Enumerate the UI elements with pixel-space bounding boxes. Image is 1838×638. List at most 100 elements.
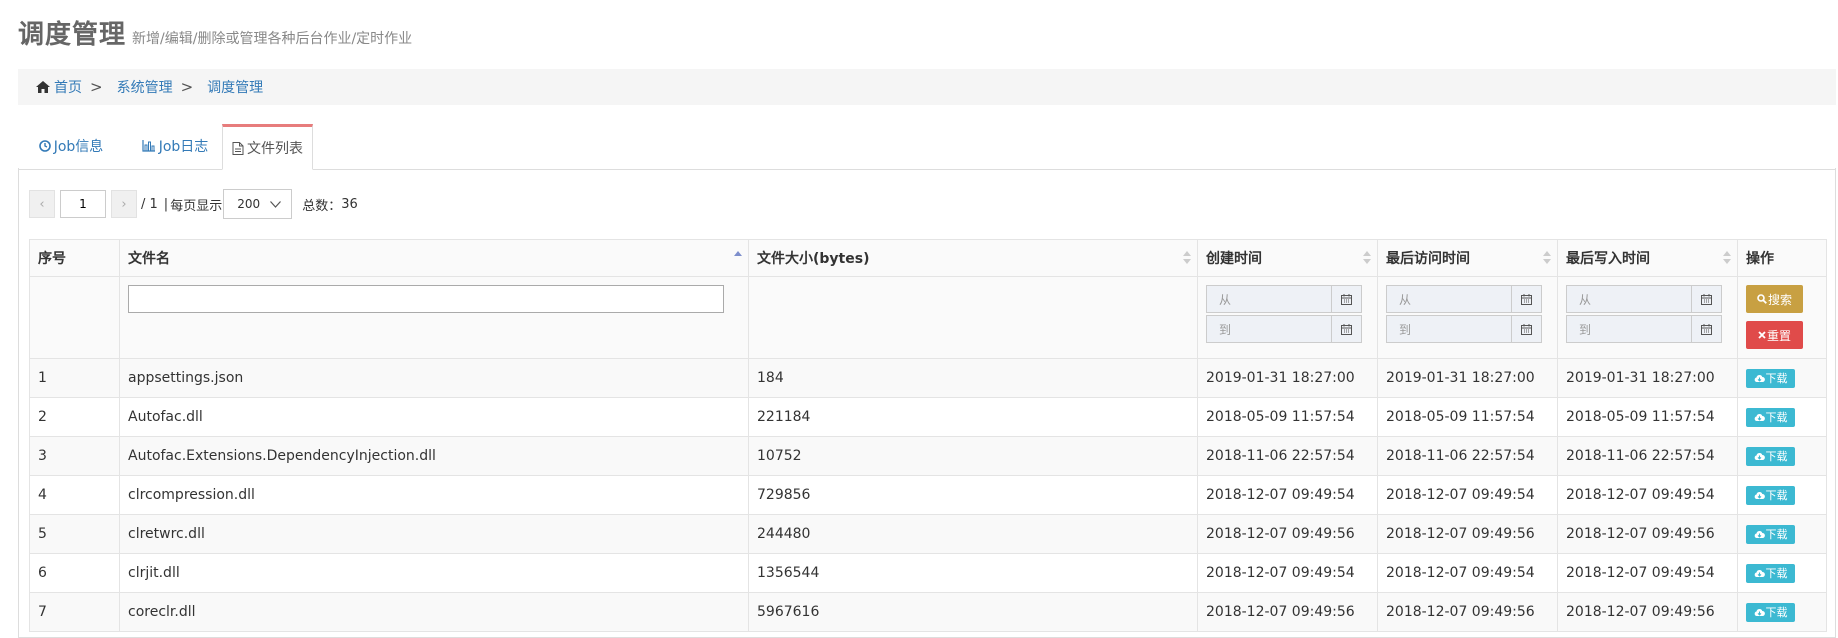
file-size-cell: 184 <box>748 358 1198 398</box>
file-name-cell: clretwrc.dll <box>119 514 749 554</box>
file-size-cell: 10752 <box>748 436 1198 476</box>
download-button[interactable]: 下载 <box>1746 446 1795 466</box>
column-header-accessed[interactable]: 最后访问时间 <box>1377 239 1558 277</box>
file-size-cell: 5967616 <box>748 592 1198 632</box>
page-subtitle: 新增/编辑/删除或管理各种后台作业/定时作业 <box>132 31 413 47</box>
breadcrumb-label: 首页 <box>54 80 82 96</box>
breadcrumb-system[interactable]: 系统管理 <box>117 77 173 97</box>
search-button[interactable]: 搜索 <box>1746 285 1803 313</box>
tab-job-info[interactable]: Job信息 <box>31 124 111 168</box>
created-time-cell: 2018-12-07 09:49:54 <box>1197 553 1378 593</box>
sort-asc-icon <box>734 251 742 265</box>
per-page-select[interactable]: 200 <box>223 189 293 219</box>
per-page-label: 每页显示 <box>170 198 223 214</box>
row-number-cell: 5 <box>29 514 120 554</box>
row-number-cell: 4 <box>29 475 120 515</box>
written-from-input[interactable]: 从 <box>1566 285 1691 313</box>
created-from-input[interactable]: 从 <box>1206 285 1331 313</box>
pager-divider: | <box>163 196 169 212</box>
close-icon <box>1758 331 1766 339</box>
written-time-cell: 2018-12-07 09:49:54 <box>1557 553 1738 593</box>
row-number-cell: 7 <box>29 592 120 632</box>
calendar-icon[interactable] <box>1691 285 1722 313</box>
bar-chart-icon <box>142 140 155 152</box>
column-header-no: 序号 <box>29 239 120 277</box>
download-button[interactable]: 下载 <box>1746 485 1795 505</box>
actions-cell: 下载 <box>1737 514 1827 554</box>
file-icon <box>232 141 244 155</box>
page-header: 调度管理 新增/编辑/删除或管理各种后台作业/定时作业 <box>18 14 412 51</box>
breadcrumb-current[interactable]: 调度管理 <box>207 77 263 97</box>
calendar-icon[interactable] <box>1511 315 1542 343</box>
total-label: 总数： <box>302 198 342 214</box>
filter-cell <box>119 276 749 359</box>
filter-cell: 从 到 <box>1557 276 1738 359</box>
download-button[interactable]: 下载 <box>1746 602 1795 622</box>
filter-cell: 从 到 <box>1377 276 1558 359</box>
total-pages-text: / 1 <box>141 196 158 212</box>
created-time-cell: 2018-12-07 09:49:56 <box>1197 592 1378 632</box>
table-row: 1 appsettings.json 184 2019-01-31 18:27:00 2… <box>29 358 1827 398</box>
file-name-cell: Autofac.dll <box>119 397 749 437</box>
actions-cell: 下载 <box>1737 436 1827 476</box>
file-size-cell: 1356544 <box>748 553 1198 593</box>
table-row: 7 coreclr.dll 5967616 2018-12-07 09:49:56 20… <box>29 592 1827 632</box>
actions-cell: 下载 <box>1737 553 1827 593</box>
actions-cell: 下载 <box>1737 475 1827 515</box>
breadcrumb: 首页 > 系统管理 > 调度管理 <box>18 69 1836 105</box>
tab-bar: Job信息 Job日志 文件列表 <box>18 124 1836 170</box>
actions-cell: 下载 <box>1737 592 1827 632</box>
written-to-input[interactable]: 到 <box>1566 315 1691 343</box>
accessed-to-input[interactable]: 到 <box>1386 315 1511 343</box>
download-button[interactable]: 下载 <box>1746 563 1795 583</box>
column-header-created[interactable]: 创建时间 <box>1197 239 1378 277</box>
tab-file-list[interactable]: 文件列表 <box>222 124 313 170</box>
filter-cell <box>29 276 120 359</box>
filename-filter-input[interactable] <box>128 285 724 313</box>
accessed-time-cell: 2018-12-07 09:49:54 <box>1377 553 1558 593</box>
file-name-cell: coreclr.dll <box>119 592 749 632</box>
next-page-button[interactable]: › <box>111 190 137 218</box>
column-header-written[interactable]: 最后写入时间 <box>1557 239 1738 277</box>
calendar-icon[interactable] <box>1331 315 1362 343</box>
file-size-cell: 221184 <box>748 397 1198 437</box>
column-header-actions: 操作 <box>1737 239 1827 277</box>
cloud-download-icon <box>1754 530 1765 538</box>
file-size-cell: 244480 <box>748 514 1198 554</box>
download-button[interactable]: 下载 <box>1746 407 1795 427</box>
reset-button[interactable]: 重置 <box>1746 321 1803 349</box>
cloud-download-icon <box>1754 569 1765 577</box>
created-time-cell: 2019-01-31 18:27:00 <box>1197 358 1378 398</box>
per-page-value: 200 <box>237 197 261 211</box>
breadcrumb-label: 调度管理 <box>207 80 264 96</box>
breadcrumb-separator: > <box>90 78 103 96</box>
breadcrumb-label: 系统管理 <box>116 80 173 96</box>
cloud-download-icon <box>1754 491 1765 499</box>
table-row: 2 Autofac.dll 221184 2018-05-09 11:57:54 201… <box>29 397 1827 437</box>
tab-label: Job日志 <box>158 139 209 155</box>
accessed-from-input[interactable]: 从 <box>1386 285 1511 313</box>
tab-label: 文件列表 <box>247 141 303 157</box>
breadcrumb-home[interactable]: 首页 <box>36 77 82 97</box>
page-number-input[interactable] <box>60 190 106 218</box>
created-time-cell: 2018-11-06 22:57:54 <box>1197 436 1378 476</box>
download-button[interactable]: 下载 <box>1746 524 1795 544</box>
clock-icon <box>38 140 51 152</box>
column-header-filename[interactable]: 文件名 <box>119 239 749 277</box>
total-count: 36 <box>341 196 358 212</box>
calendar-icon[interactable] <box>1691 315 1722 343</box>
column-header-filesize[interactable]: 文件大小(bytes) <box>748 239 1198 277</box>
written-time-cell: 2019-01-31 18:27:00 <box>1557 358 1738 398</box>
download-button[interactable]: 下载 <box>1746 368 1795 388</box>
written-time-cell: 2018-05-09 11:57:54 <box>1557 397 1738 437</box>
calendar-icon[interactable] <box>1511 285 1542 313</box>
table-row: 3 Autofac.Extensions.DependencyInjection.… <box>29 436 1827 476</box>
cloud-download-icon <box>1754 374 1765 382</box>
table-row: 4 clrcompression.dll 729856 2018-12-07 09:4… <box>29 475 1827 515</box>
chevron-down-icon <box>270 200 282 208</box>
created-to-input[interactable]: 到 <box>1206 315 1331 343</box>
accessed-time-cell: 2018-11-06 22:57:54 <box>1377 436 1558 476</box>
tab-job-log[interactable]: Job日志 <box>135 124 215 168</box>
calendar-icon[interactable] <box>1331 285 1362 313</box>
prev-page-button[interactable]: ‹ <box>29 190 55 218</box>
